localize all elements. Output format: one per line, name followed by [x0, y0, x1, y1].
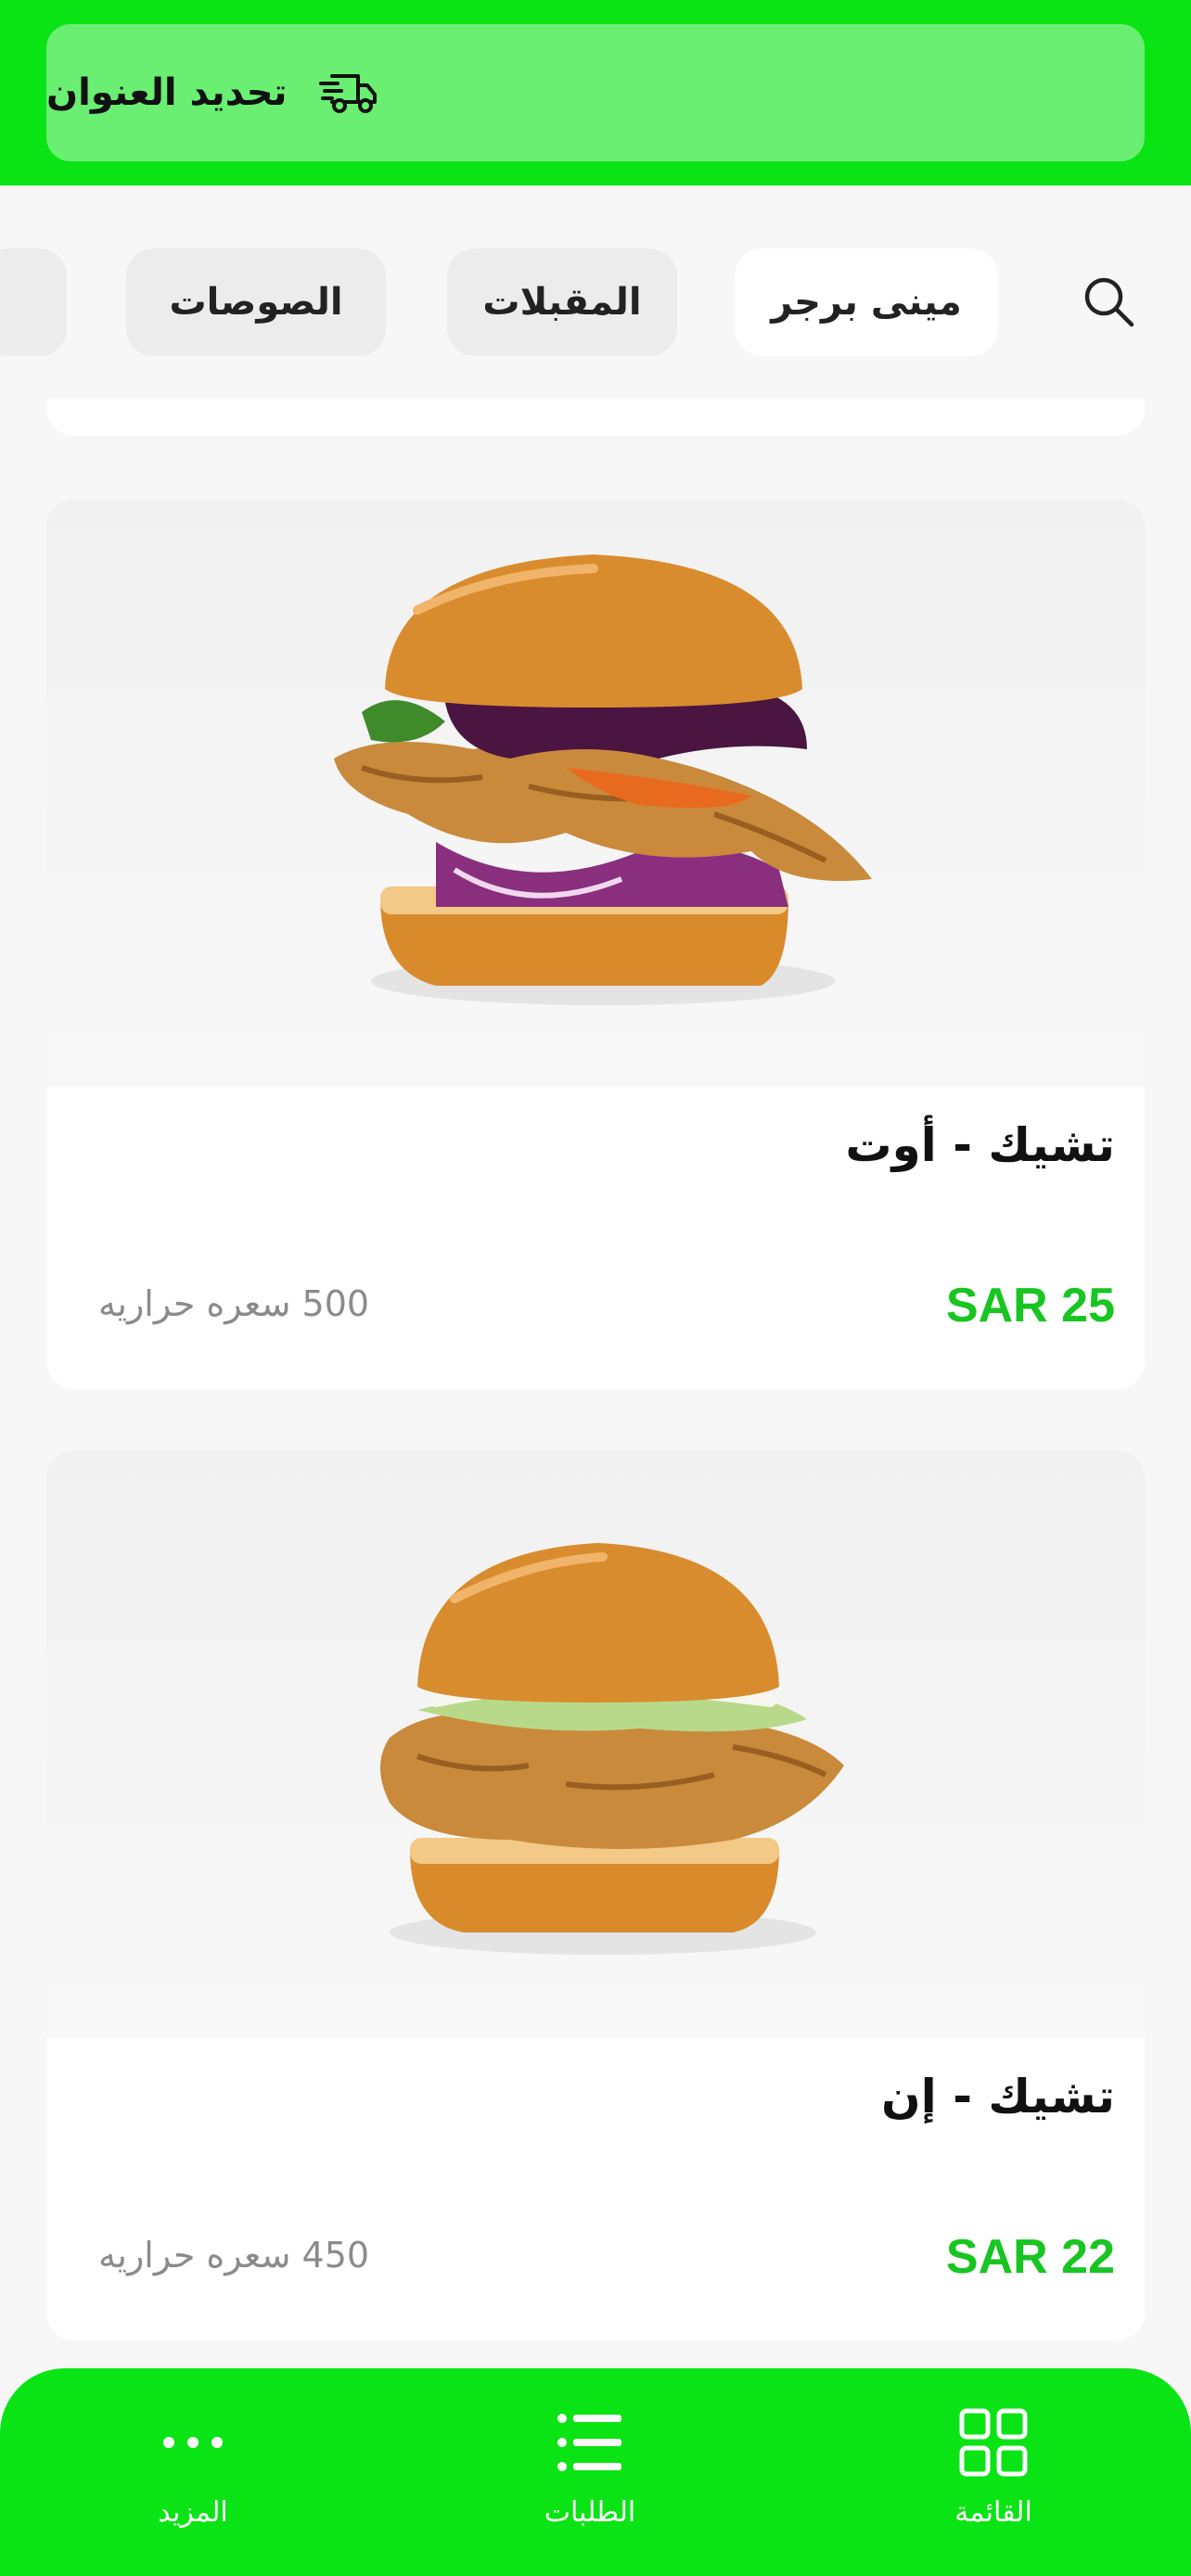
set-address-label: تحديد العنوان [46, 71, 288, 114]
category-chip-appetizers[interactable]: المقبلات [447, 249, 677, 356]
product-price: SAR 25 [945, 1279, 1115, 1333]
category-chip-label: المقبلات [482, 281, 642, 324]
category-chips: الصوصات المقبلات مينى برجر [0, 243, 1191, 360]
nav-item-orders[interactable]: الطلبات [497, 2405, 683, 2529]
search-icon[interactable] [1076, 269, 1143, 336]
grid-icon [956, 2405, 1031, 2483]
category-chip-label: مينى برجر [771, 281, 962, 324]
product-calories: 500 سعره حراريه [98, 1283, 370, 1324]
nav-label: الطلبات [544, 2496, 636, 2529]
set-address-button[interactable]: تحديد العنوان [46, 24, 1145, 161]
delivery-truck-icon [315, 59, 382, 126]
list-icon [553, 2405, 627, 2483]
bottom-navigation: القائمة الطلبات المزيد [0, 2368, 1191, 2576]
previous-card-edge [46, 399, 1145, 436]
category-chip-partial[interactable] [0, 249, 67, 356]
product-name: تشيك - إن [880, 2070, 1115, 2123]
more-dots-icon [156, 2405, 230, 2483]
product-card[interactable]: تشيك - إن SAR 22 450 سعره حراريه [46, 1450, 1145, 2340]
product-price: SAR 22 [945, 2230, 1115, 2284]
product-image [46, 1450, 1145, 2038]
nav-item-more[interactable]: المزيد [100, 2405, 286, 2529]
top-header: تحديد العنوان [0, 0, 1191, 185]
product-name: تشيك - أوت [845, 1118, 1115, 1172]
product-image [46, 499, 1145, 1087]
product-card[interactable]: تشيك - أوت SAR 25 500 سعره حراريه [46, 499, 1145, 1389]
nav-label: المزيد [158, 2496, 228, 2529]
category-chip-label: الصوصات [169, 281, 343, 324]
category-chip-mini-burger[interactable]: مينى برجر [735, 249, 998, 356]
nav-item-menu[interactable]: القائمة [901, 2405, 1086, 2529]
nav-label: القائمة [954, 2496, 1032, 2529]
category-chip-sauces[interactable]: الصوصات [126, 249, 386, 356]
product-calories: 450 سعره حراريه [98, 2235, 370, 2276]
